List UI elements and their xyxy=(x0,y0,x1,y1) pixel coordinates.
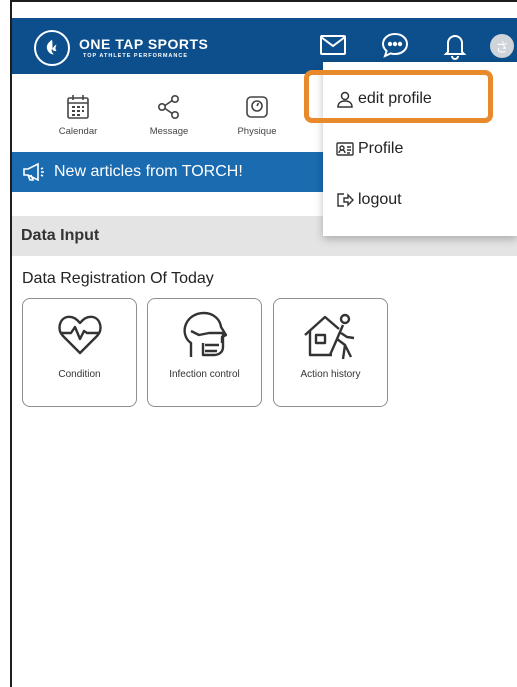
card-label: Infection control xyxy=(169,369,240,380)
action-history-card[interactable]: Action history xyxy=(273,298,388,407)
scale-icon xyxy=(246,96,268,118)
quick-link-calendar[interactable]: Calendar xyxy=(38,94,118,137)
megaphone-icon xyxy=(23,162,44,182)
card-label: Condition xyxy=(58,369,101,380)
logo-title: ONE TAP SPORTS xyxy=(79,35,209,52)
card-label: Action history xyxy=(300,369,361,380)
condition-card[interactable]: Condition xyxy=(22,298,137,407)
heart-pulse-icon xyxy=(57,315,102,355)
share-icon xyxy=(157,94,180,119)
quick-link-label: Physique xyxy=(237,126,277,137)
house-walker-icon xyxy=(303,313,354,360)
logo-subtitle: TOP ATHLETE PERFORMANCE xyxy=(83,52,188,59)
mail-icon[interactable] xyxy=(318,30,348,60)
menu-item-edit-profile[interactable]: edit profile xyxy=(323,77,517,121)
user-icon xyxy=(337,91,353,108)
menu-item-label: logout xyxy=(358,191,402,208)
chat-icon[interactable] xyxy=(380,30,410,60)
logout-icon xyxy=(337,193,354,207)
calendar-icon xyxy=(67,95,89,119)
bell-icon[interactable] xyxy=(440,30,470,60)
quick-link-label: Calendar xyxy=(58,126,98,137)
mask-head-icon xyxy=(182,311,227,357)
menu-item-profile[interactable]: Profile xyxy=(323,127,517,171)
quick-link-label: Message xyxy=(149,126,189,137)
avatar[interactable]: さ xyxy=(490,34,514,58)
section-subtitle: Data Registration Of Today xyxy=(22,270,214,287)
menu-item-logout[interactable]: logout xyxy=(323,178,517,222)
quick-link-message[interactable]: Message xyxy=(129,94,209,137)
section-title: Data Input xyxy=(21,227,100,244)
quick-link-physique[interactable]: Physique xyxy=(217,94,297,137)
profile-dropdown-menu: edit profile Profile logout xyxy=(323,62,517,236)
menu-item-label: Profile xyxy=(358,140,404,157)
app-logo[interactable]: ONE TAP SPORTS TOP ATHLETE PERFORMANCE xyxy=(34,30,208,66)
id-card-icon xyxy=(336,142,354,156)
menu-item-label: edit profile xyxy=(358,90,432,107)
infection-control-card[interactable]: Infection control xyxy=(147,298,262,407)
logo-icon xyxy=(34,30,70,66)
banner-text: New articles from TORCH! xyxy=(54,163,243,180)
